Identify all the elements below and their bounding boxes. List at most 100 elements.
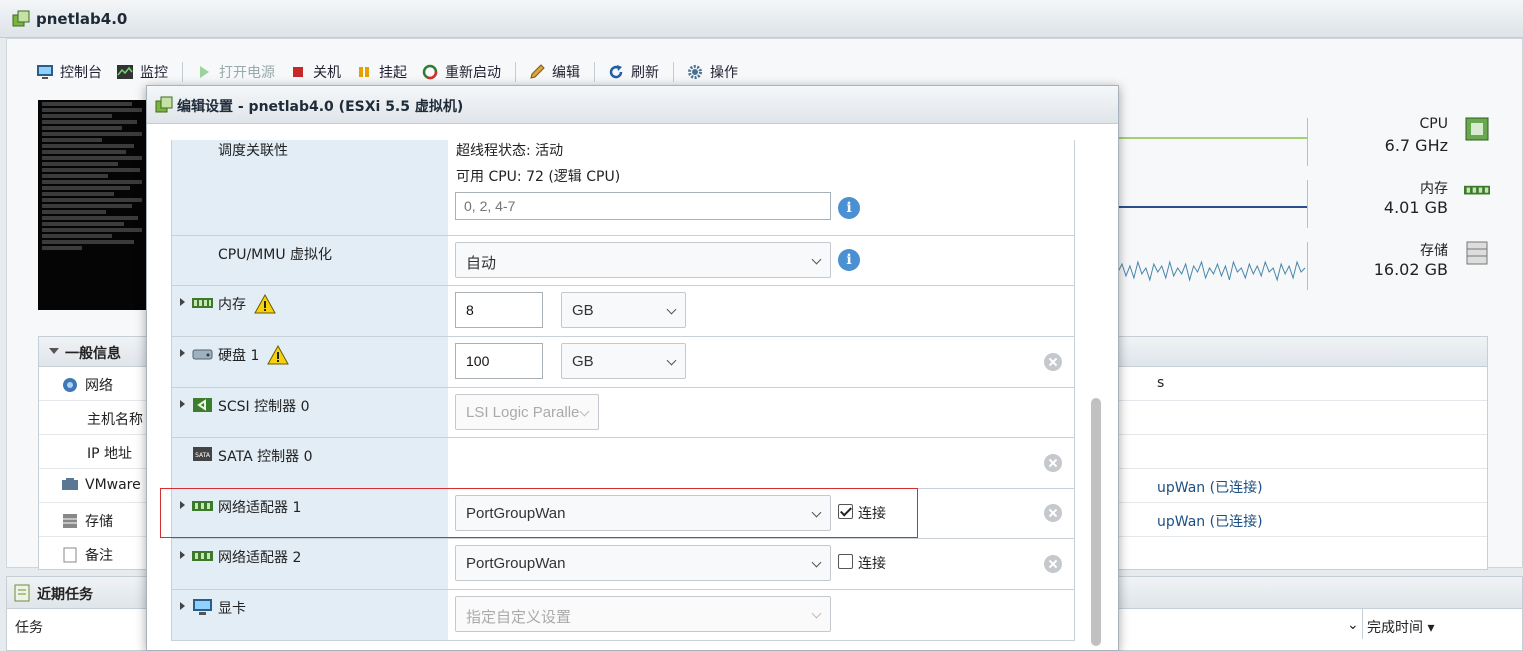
- storage-stat: 存储 16.02 GB: [1118, 236, 1518, 296]
- power-off-button[interactable]: 关机: [289, 62, 341, 82]
- play-icon: [200, 66, 209, 78]
- mmu-row: CPU/MMU 虚拟化 自动 i: [172, 236, 1074, 286]
- scsi-controller-row: SCSI 控制器 0 LSI Logic Paralle: [172, 388, 1074, 438]
- video-card-icon: [193, 599, 212, 615]
- connect-checkbox-2[interactable]: [838, 554, 853, 569]
- memory-stat: 内存 4.01 GB: [1118, 174, 1518, 234]
- info-icon[interactable]: i: [838, 197, 860, 219]
- network-icon: [63, 378, 77, 392]
- toolbar-separator: [182, 62, 183, 82]
- dialog-titlebar[interactable]: 编辑设置 - pnetlab4.0 (ESXi 5.5 虚拟机): [147, 86, 1118, 124]
- console-button[interactable]: 控制台: [36, 62, 102, 82]
- edit-button[interactable]: 编辑: [528, 62, 580, 82]
- expand-icon[interactable]: [180, 551, 185, 559]
- tasks-icon: [14, 584, 30, 602]
- complete-time-column-header[interactable]: 完成时间 ▾: [1367, 617, 1434, 637]
- expand-icon[interactable]: [180, 298, 185, 306]
- storage-label: 存储: [1420, 243, 1448, 259]
- task-column-header[interactable]: 任务: [15, 617, 43, 637]
- network-adapter-2-select[interactable]: PortGroupWan: [455, 545, 831, 581]
- disk-unit-select[interactable]: GB: [561, 343, 686, 379]
- remove-device-icon[interactable]: [1044, 454, 1062, 472]
- actions-label: 操作: [710, 65, 738, 81]
- row-label-cell: [172, 337, 448, 387]
- cpu-stat: CPU 6.7 GHz: [1118, 112, 1518, 172]
- suspend-button[interactable]: 挂起: [355, 62, 407, 82]
- sata-controller-icon: SATA: [193, 447, 212, 461]
- storage-icon: [1466, 241, 1488, 265]
- mmu-select-value: 自动: [466, 255, 497, 272]
- row-label-cell: [172, 140, 448, 235]
- hyperthread-status: 超线程状态: 活动: [456, 143, 564, 159]
- memory-unit-value: GB: [572, 302, 594, 319]
- cpu-graph: [1118, 118, 1308, 166]
- actions-button[interactable]: 操作: [686, 62, 738, 82]
- restart-button[interactable]: 重新启动: [421, 62, 501, 82]
- expand-icon[interactable]: [180, 349, 185, 357]
- vmware-icon: [62, 478, 78, 490]
- refresh-button[interactable]: 刷新: [607, 62, 659, 82]
- expand-icon[interactable]: [180, 602, 185, 610]
- power-on-button[interactable]: 打开电源: [195, 62, 275, 82]
- storage-small-icon: [63, 514, 77, 528]
- monitor-label: 监控: [140, 65, 168, 81]
- memory-graph: [1118, 180, 1308, 228]
- hard-disk-row: 硬盘 1 GB: [172, 337, 1074, 388]
- hardware-settings-table: 调度关联性 超线程状态: 活动 可用 CPU: 72 (逻辑 CPU) i CP…: [171, 140, 1075, 641]
- disk-size-input[interactable]: [455, 343, 543, 379]
- video-card-select[interactable]: 指定自定义设置: [455, 596, 831, 632]
- info-icon[interactable]: i: [838, 249, 860, 271]
- hard-disk-label-wrap: 硬盘 1: [218, 345, 290, 365]
- memory-icon: [1464, 185, 1490, 195]
- toolbar-separator: [673, 62, 674, 82]
- toolbar-separator: [515, 62, 516, 82]
- scsi-controller-label: SCSI 控制器 0: [218, 399, 310, 415]
- remove-device-icon[interactable]: [1044, 555, 1062, 573]
- remove-device-icon[interactable]: [1044, 353, 1062, 371]
- expand-icon[interactable]: [180, 400, 185, 408]
- chevron-down-icon: [811, 254, 822, 265]
- storage-row-label: 存储: [61, 511, 113, 531]
- memory-size-input[interactable]: [455, 292, 543, 328]
- nic2-status-text: upWan (已连接): [1157, 514, 1263, 530]
- vm-toolbar: 控制台 监控 打开电源 关机 挂起 重新启动 编辑 刷新 操作: [36, 60, 752, 84]
- dialog-scrollbar[interactable]: [1091, 398, 1101, 646]
- memory-value: 4.01 GB: [1383, 198, 1448, 217]
- resource-stats: CPU 6.7 GHz 内存 4.01 GB 存储 16.02 GB: [1118, 112, 1518, 302]
- notes-label: 备注: [85, 548, 113, 564]
- scsi-controller-icon: [193, 398, 212, 412]
- affinity-input[interactable]: [455, 192, 831, 220]
- remove-device-icon[interactable]: [1044, 504, 1062, 522]
- hard-disk-icon: [192, 349, 213, 360]
- row-label-cell: [172, 286, 448, 336]
- affinity-label: 调度关联性: [218, 143, 288, 159]
- console-label: 控制台: [60, 65, 102, 81]
- vm-title: pnetlab4.0: [36, 10, 128, 28]
- dialog-body: 调度关联性 超线程状态: 活动 可用 CPU: 72 (逻辑 CPU) i CP…: [171, 140, 1075, 641]
- mmu-select[interactable]: 自动: [455, 242, 831, 278]
- available-cpus: 可用 CPU: 72 (逻辑 CPU): [456, 169, 621, 185]
- memory-unit-select[interactable]: GB: [561, 292, 686, 328]
- row-label-cell: [172, 539, 448, 589]
- suspend-label: 挂起: [379, 65, 407, 81]
- cpu-value: 6.7 GHz: [1384, 136, 1448, 155]
- storage-graph: [1118, 242, 1308, 290]
- refresh-label: 刷新: [631, 65, 659, 81]
- cpu-label: CPU: [1419, 116, 1448, 132]
- pause-icon: [359, 67, 369, 77]
- column-menu-icon[interactable]: ⌄: [1347, 617, 1359, 633]
- edit-settings-dialog: 编辑设置 - pnetlab4.0 (ESXi 5.5 虚拟机) 调度关联性 超…: [146, 85, 1119, 651]
- video-card-row: 显卡 指定自定义设置: [172, 590, 1074, 640]
- notes-row-label: 备注: [61, 545, 113, 565]
- warning-icon: [254, 294, 276, 314]
- scsi-type-select[interactable]: LSI Logic Paralle: [455, 394, 599, 430]
- network-col-partial: s: [1157, 375, 1165, 391]
- scsi-type-value: LSI Logic Paralle: [466, 404, 580, 421]
- column-divider: [1362, 609, 1363, 639]
- console-thumbnail[interactable]: [38, 100, 152, 310]
- ip-label: IP 地址: [87, 446, 133, 462]
- console-icon: [37, 65, 53, 79]
- nic1-status-text: upWan (已连接): [1157, 480, 1263, 496]
- sata-controller-row: SATA SATA 控制器 0: [172, 438, 1074, 489]
- monitor-button[interactable]: 监控: [116, 62, 168, 82]
